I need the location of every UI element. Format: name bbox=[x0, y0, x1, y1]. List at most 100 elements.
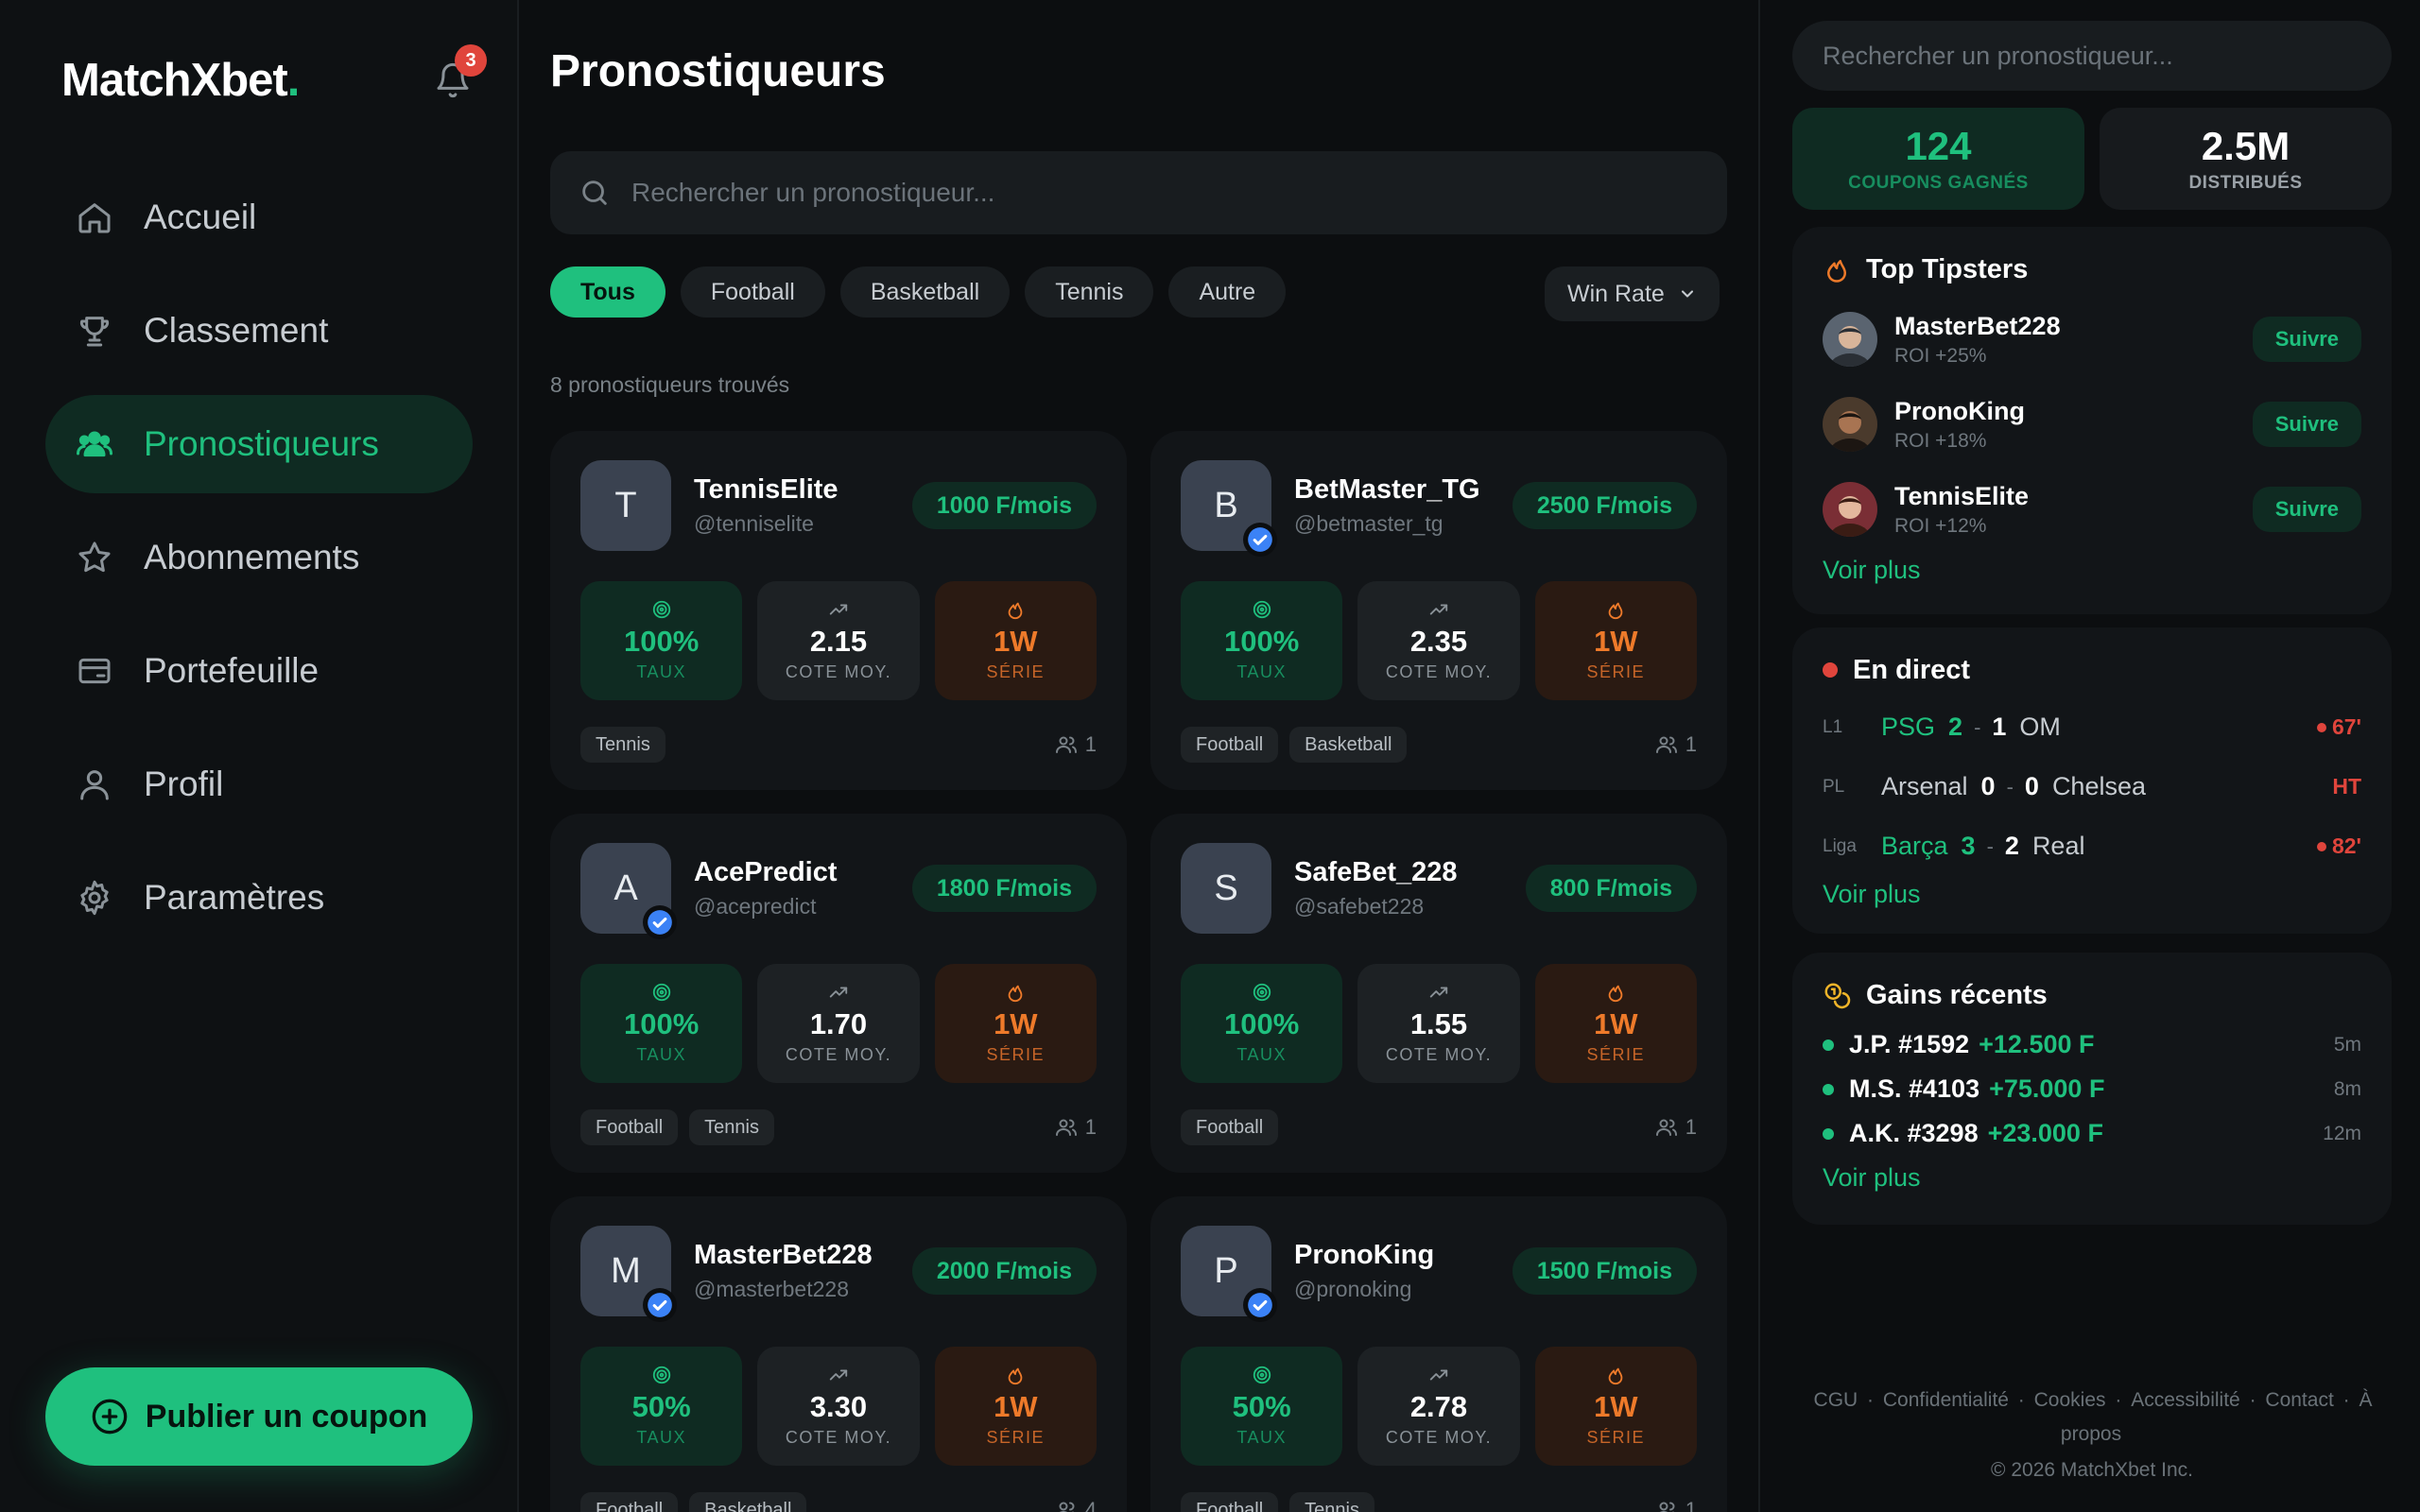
notifications-button[interactable]: 3 bbox=[426, 44, 487, 107]
filter-chip-autre[interactable]: Autre bbox=[1168, 266, 1287, 318]
stat-label: TAUX bbox=[1236, 1045, 1287, 1065]
publish-coupon-label: Publier un coupon bbox=[145, 1398, 428, 1435]
footer-links: CGU · Confidentialité · Cookies · Access… bbox=[1792, 1383, 2392, 1452]
recent-gains-panel: Gains récents J.P. #1592 +12.500 F 5m M.… bbox=[1792, 953, 2392, 1225]
logo[interactable]: MatchXbet. bbox=[61, 54, 300, 107]
sport-tag: Basketball bbox=[1289, 727, 1408, 763]
subscribers-icon bbox=[1059, 1502, 1075, 1512]
filter-chip-tennis[interactable]: Tennis bbox=[1025, 266, 1154, 318]
stat-value: 2.15 bbox=[809, 624, 868, 658]
tipster-name: PronoKing bbox=[1294, 1240, 1435, 1270]
page-title: Pronostiqueurs bbox=[550, 46, 886, 96]
stat-win-rate: 50% TAUX bbox=[580, 1347, 743, 1466]
flame-icon bbox=[1827, 260, 1846, 283]
sidebar-item-label: Profil bbox=[144, 765, 224, 803]
right-search-input[interactable]: Rechercher un pronostiqueur... bbox=[1792, 21, 2392, 91]
tipster-identity: AcePredict @acepredict bbox=[694, 857, 912, 919]
top-tipsters-more-link[interactable]: Voir plus bbox=[1823, 556, 2361, 585]
sport-tags: Football Basketball bbox=[580, 1492, 1055, 1512]
sidebar-item-profil[interactable]: Profil bbox=[45, 735, 473, 833]
stat-label: COTE MOY. bbox=[785, 1428, 892, 1448]
gear-icon bbox=[76, 879, 113, 917]
league-label: L1 bbox=[1823, 716, 1843, 737]
flame-icon bbox=[1008, 1367, 1023, 1384]
stat-value: 50% bbox=[631, 1389, 691, 1423]
sidebar: MatchXbet. 3 Accueil Classement Pronostiqu… bbox=[0, 0, 519, 1512]
tipster-card[interactable]: T TennisElite @tenniselite 1000 F/mois 1… bbox=[550, 431, 1127, 790]
card-footer: Football Tennis 1 bbox=[580, 1109, 1097, 1145]
avatar bbox=[1823, 312, 1877, 367]
footer-link[interactable]: Confidentialité bbox=[1883, 1389, 2009, 1411]
sport-tag: Football bbox=[1181, 727, 1279, 763]
filter-chip-basketball[interactable]: Basketball bbox=[839, 266, 1011, 318]
sidebar-item-classement[interactable]: Classement bbox=[45, 282, 473, 380]
sidebar-item-paramtres[interactable]: Paramètres bbox=[45, 849, 473, 947]
winner-id: M.S. #4103 bbox=[1849, 1074, 1980, 1103]
stat-win-rate: 100% TAUX bbox=[1181, 581, 1343, 700]
live-match-row[interactable]: Liga Barça 3 - 2 Real 82' bbox=[1823, 816, 2361, 876]
tipster-card[interactable]: M MasterBet228 @masterbet228 2000 F/mois… bbox=[550, 1196, 1127, 1512]
tipster-card[interactable]: A AcePredict @acepredict 1800 F/mois 100… bbox=[550, 814, 1127, 1173]
target-icon bbox=[652, 983, 670, 1002]
footer-separator: · bbox=[2109, 1389, 2128, 1411]
sidebar-item-pronostiqueurs[interactable]: Pronostiqueurs bbox=[45, 395, 473, 493]
live-panel: En direct L1 PSG 2 - 1 OM 67' PL Arsenal… bbox=[1792, 627, 2392, 934]
live-match-row[interactable]: L1 PSG 2 - 1 OM 67' bbox=[1823, 697, 2361, 757]
subscriber-count: 1 bbox=[1055, 1115, 1097, 1140]
follow-button[interactable]: Suivre bbox=[2252, 487, 2361, 532]
footer-link[interactable]: Contact bbox=[2265, 1389, 2333, 1411]
subscribers-icon bbox=[1055, 1119, 1077, 1136]
stat-label: TAUX bbox=[1236, 662, 1287, 682]
top-tipster-row: PronoKing ROI +18% Suivre bbox=[1823, 382, 2361, 467]
sidebar-item-label: Classement bbox=[144, 311, 329, 350]
footer-link[interactable]: Cookies bbox=[2034, 1389, 2106, 1411]
sidebar-item-abonnements[interactable]: Abonnements bbox=[45, 508, 473, 607]
tipster-card[interactable]: B BetMaster_TG @betmaster_tg 2500 F/mois… bbox=[1150, 431, 1727, 790]
live-match-row[interactable]: PL Arsenal 0 - 0 Chelsea HT bbox=[1823, 757, 2361, 816]
tipster-card[interactable]: S SafeBet_228 @safebet228 800 F/mois 100… bbox=[1150, 814, 1727, 1173]
avatar: P bbox=[1181, 1226, 1277, 1322]
sort-dropdown[interactable]: Win Rate bbox=[1545, 266, 1720, 321]
stat-value: 1W bbox=[1594, 624, 1638, 658]
target-icon bbox=[652, 600, 670, 619]
stat-average-odds: 3.30 COTE MOY. bbox=[757, 1347, 920, 1466]
away-team: Real bbox=[2031, 832, 2085, 860]
sidebar-item-accueil[interactable]: Accueil bbox=[45, 168, 473, 266]
filter-chip-football[interactable]: Football bbox=[680, 266, 825, 318]
results-count: 8 pronostiqueurs trouvés bbox=[550, 372, 790, 397]
kpi-value: 2.5M bbox=[2201, 124, 2290, 168]
follow-button[interactable]: Suivre bbox=[2252, 317, 2361, 362]
stat-average-odds: 1.70 COTE MOY. bbox=[757, 964, 920, 1083]
stat-label: COTE MOY. bbox=[1385, 662, 1493, 682]
footer-link[interactable]: CGU bbox=[1814, 1389, 1858, 1411]
stat-value: 1W bbox=[994, 1006, 1038, 1040]
footer-separator: · bbox=[2243, 1389, 2262, 1411]
winner-id: J.P. #1592 bbox=[1849, 1030, 1970, 1058]
recent-gains-more-link[interactable]: Voir plus bbox=[1823, 1163, 2361, 1193]
subscriber-count: 1 bbox=[1655, 1115, 1697, 1140]
footer-link[interactable]: Accessibilité bbox=[2131, 1389, 2240, 1411]
filter-chip-tous[interactable]: Tous bbox=[550, 266, 666, 318]
card-footer: Tennis 1 bbox=[580, 727, 1097, 763]
publish-coupon-button[interactable]: Publier un coupon bbox=[45, 1367, 473, 1466]
score-separator: - bbox=[1986, 833, 1994, 858]
sport-tag: Tennis bbox=[580, 727, 666, 763]
subscription-price: 1000 F/mois bbox=[911, 482, 1097, 529]
flame-icon bbox=[1008, 985, 1023, 1002]
stats-row: 100% TAUX 2.35 COTE MOY. 1W SÉRIE bbox=[1181, 581, 1697, 700]
card-header: A AcePredict @acepredict 1800 F/mois bbox=[580, 843, 1097, 939]
sport-tag: Football bbox=[1181, 1109, 1279, 1145]
tipster-card[interactable]: P PronoKing @pronoking 1500 F/mois 50% T… bbox=[1150, 1196, 1727, 1512]
kpi-row: 124 COUPONS GAGNÉS 2.5M DISTRIBUÉS bbox=[1792, 108, 2392, 210]
sport-tags: Tennis bbox=[580, 727, 1055, 763]
follow-button[interactable]: Suivre bbox=[2252, 402, 2361, 447]
sidebar-nav: Accueil Classement Pronostiqueurs Abonnemen… bbox=[45, 168, 473, 962]
sidebar-item-portefeuille[interactable]: Portefeuille bbox=[45, 622, 473, 720]
flame-icon bbox=[1608, 602, 1623, 619]
stat-value: 100% bbox=[1224, 624, 1300, 658]
sport-tags: Football Basketball bbox=[1181, 727, 1655, 763]
sport-tag: Tennis bbox=[1289, 1492, 1374, 1512]
stat-value: 1W bbox=[1594, 1006, 1638, 1040]
tipster-search-input[interactable]: Rechercher un pronostiqueur... bbox=[550, 151, 1727, 234]
live-more-link[interactable]: Voir plus bbox=[1823, 880, 2361, 909]
